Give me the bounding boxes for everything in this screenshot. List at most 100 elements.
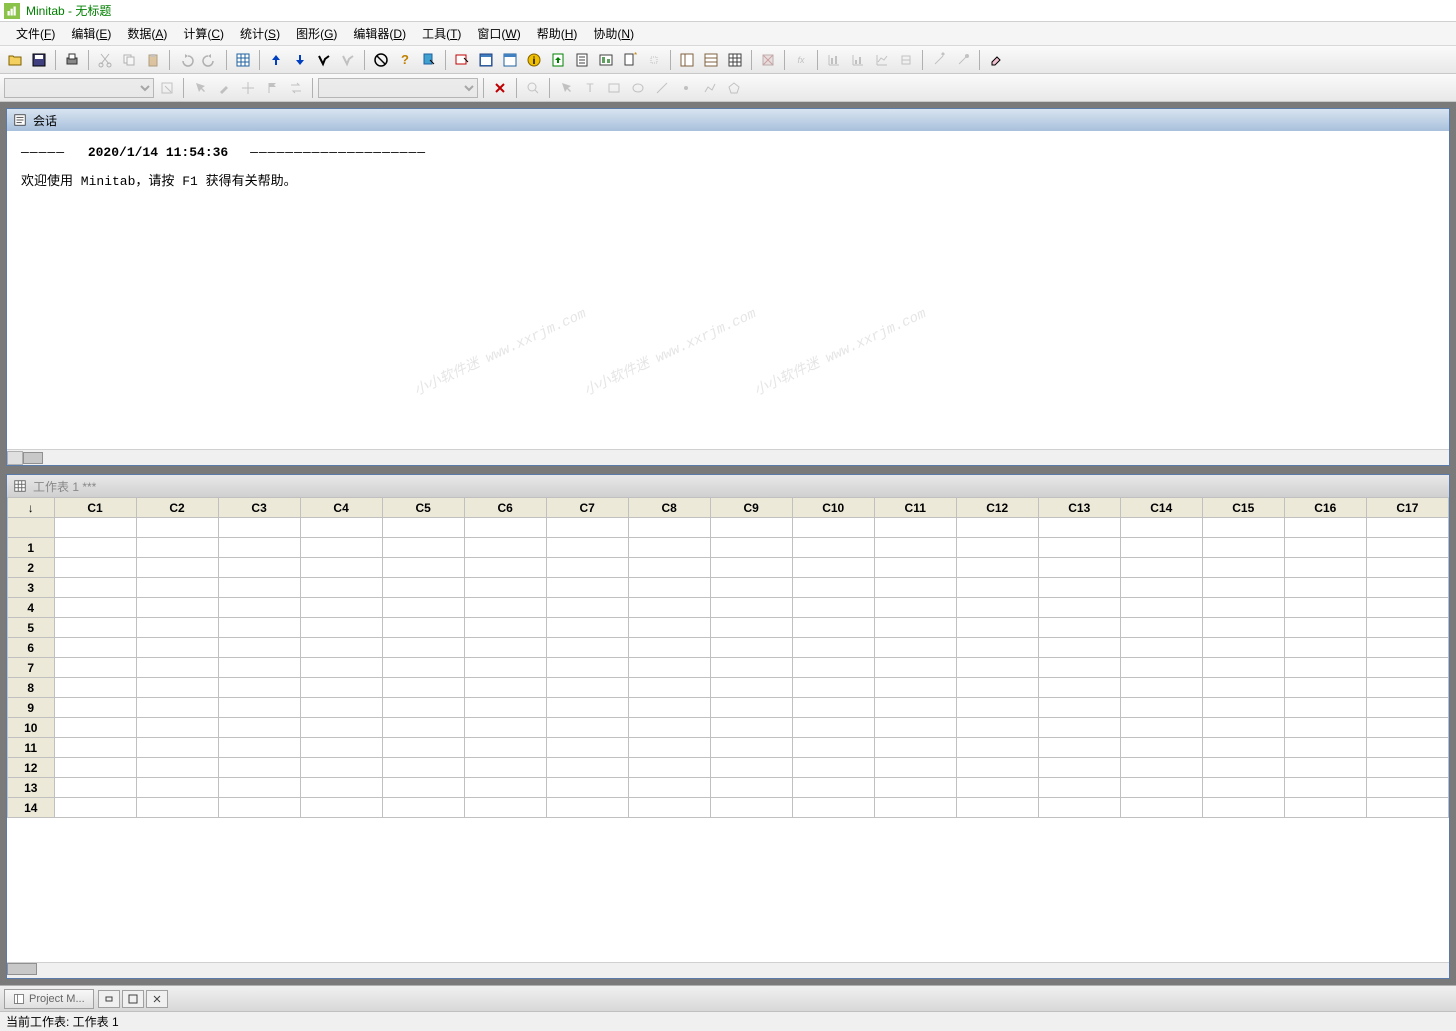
data-cell[interactable] xyxy=(464,578,546,598)
data-cell[interactable] xyxy=(300,738,382,758)
session-content[interactable]: ————— 2020/1/14 11:54:36 ———————————————… xyxy=(7,131,1449,449)
data-cell[interactable] xyxy=(874,578,956,598)
data-cell[interactable] xyxy=(1366,538,1448,558)
row-header-13[interactable]: 13 xyxy=(8,778,55,798)
data-cell[interactable] xyxy=(464,738,546,758)
data-cell[interactable] xyxy=(54,698,136,718)
data-cell[interactable] xyxy=(464,718,546,738)
data-cell[interactable] xyxy=(628,638,710,658)
data-cell[interactable] xyxy=(136,718,218,738)
data-cell[interactable] xyxy=(1120,738,1202,758)
help-button[interactable]: ? xyxy=(394,49,416,71)
row-header-11[interactable]: 11 xyxy=(8,738,55,758)
data-cell[interactable] xyxy=(1366,598,1448,618)
data-cell[interactable] xyxy=(54,758,136,778)
data-cell[interactable] xyxy=(464,778,546,798)
col-header-C13[interactable]: C13 xyxy=(1038,498,1120,518)
name-cell[interactable] xyxy=(874,518,956,538)
menu-计算[interactable]: 计算(C) xyxy=(175,23,232,44)
data-cell[interactable] xyxy=(1038,558,1120,578)
data-cell[interactable] xyxy=(546,538,628,558)
row-header-4[interactable]: 4 xyxy=(8,598,55,618)
data-cell[interactable] xyxy=(1120,598,1202,618)
data-cell[interactable] xyxy=(956,698,1038,718)
data-cell[interactable] xyxy=(218,678,300,698)
name-cell[interactable] xyxy=(1202,518,1284,538)
polyline-tool-button[interactable] xyxy=(699,77,721,99)
data-cell[interactable] xyxy=(464,678,546,698)
data-cell[interactable] xyxy=(1038,658,1120,678)
line-tool-button[interactable] xyxy=(651,77,673,99)
data-cell[interactable] xyxy=(628,658,710,678)
dot-tool-button[interactable] xyxy=(675,77,697,99)
data-cell[interactable] xyxy=(382,598,464,618)
data-cell[interactable] xyxy=(628,578,710,598)
data-cell[interactable] xyxy=(1366,778,1448,798)
data-cell[interactable] xyxy=(546,698,628,718)
minimize-button[interactable] xyxy=(98,990,120,1008)
data-cell[interactable] xyxy=(628,718,710,738)
data-cell[interactable] xyxy=(382,738,464,758)
data-cell[interactable] xyxy=(1120,538,1202,558)
data-cell[interactable] xyxy=(382,798,464,818)
session-title-bar[interactable]: 会话 xyxy=(7,109,1449,131)
data-cell[interactable] xyxy=(710,558,792,578)
data-cell[interactable] xyxy=(136,678,218,698)
project-manager-button[interactable] xyxy=(499,49,521,71)
report-button[interactable] xyxy=(571,49,593,71)
data-cell[interactable] xyxy=(300,678,382,698)
data-cell[interactable] xyxy=(874,558,956,578)
row-header-7[interactable]: 7 xyxy=(8,658,55,678)
data-cell[interactable] xyxy=(874,738,956,758)
data-cell[interactable] xyxy=(874,718,956,738)
menu-窗口[interactable]: 窗口(W) xyxy=(469,23,528,44)
data-cell[interactable] xyxy=(1120,698,1202,718)
data-cell[interactable] xyxy=(1366,718,1448,738)
data-cell[interactable] xyxy=(300,598,382,618)
data-cell[interactable] xyxy=(710,618,792,638)
toolbar-btn-3[interactable] xyxy=(724,49,746,71)
name-cell[interactable] xyxy=(218,518,300,538)
data-cell[interactable] xyxy=(874,778,956,798)
data-cell[interactable] xyxy=(54,738,136,758)
data-cell[interactable] xyxy=(1120,718,1202,738)
data-cell[interactable] xyxy=(1202,558,1284,578)
col-header-C12[interactable]: C12 xyxy=(956,498,1038,518)
data-cell[interactable] xyxy=(1038,698,1120,718)
data-cell[interactable] xyxy=(464,658,546,678)
data-cell[interactable] xyxy=(382,558,464,578)
data-cell[interactable] xyxy=(1038,738,1120,758)
print-button[interactable] xyxy=(61,49,83,71)
data-cell[interactable] xyxy=(1038,778,1120,798)
col-header-C17[interactable]: C17 xyxy=(1366,498,1448,518)
delete-x-button[interactable] xyxy=(489,77,511,99)
data-cell[interactable] xyxy=(1284,658,1366,678)
data-cell[interactable] xyxy=(956,718,1038,738)
data-cell[interactable] xyxy=(1284,738,1366,758)
edit-button[interactable] xyxy=(156,77,178,99)
row-header-14[interactable]: 14 xyxy=(8,798,55,818)
chart-btn-3[interactable] xyxy=(871,49,893,71)
data-cell[interactable] xyxy=(1284,778,1366,798)
name-cell[interactable] xyxy=(710,518,792,538)
data-cell[interactable] xyxy=(1284,698,1366,718)
row-header-3[interactable]: 3 xyxy=(8,578,55,598)
data-cell[interactable] xyxy=(956,678,1038,698)
name-cell[interactable] xyxy=(136,518,218,538)
data-cell[interactable] xyxy=(300,618,382,638)
combo-1[interactable] xyxy=(4,78,154,98)
data-cell[interactable] xyxy=(464,538,546,558)
name-cell[interactable] xyxy=(382,518,464,538)
data-cell[interactable] xyxy=(382,638,464,658)
data-cell[interactable] xyxy=(874,538,956,558)
data-cell[interactable] xyxy=(956,798,1038,818)
data-cell[interactable] xyxy=(792,758,874,778)
grid-corner[interactable]: ↓ xyxy=(8,498,55,518)
data-cell[interactable] xyxy=(1202,758,1284,778)
data-cell[interactable] xyxy=(874,798,956,818)
data-cell[interactable] xyxy=(1202,658,1284,678)
data-cell[interactable] xyxy=(1120,778,1202,798)
data-cell[interactable] xyxy=(136,778,218,798)
data-cell[interactable] xyxy=(792,698,874,718)
data-cell[interactable] xyxy=(382,678,464,698)
